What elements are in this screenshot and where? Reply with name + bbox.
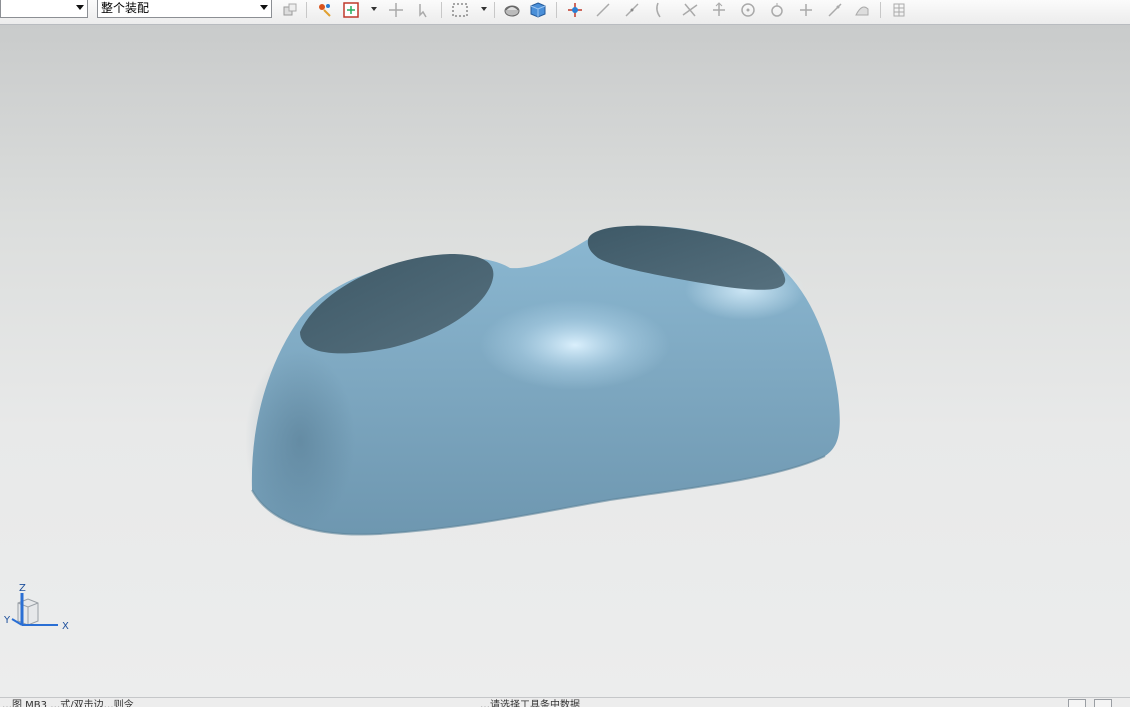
z-axis-label: Z	[19, 583, 26, 594]
toolbar-separator	[880, 2, 881, 18]
selection-scope-value: 整个装配	[101, 1, 150, 15]
move-point-icon[interactable]	[387, 1, 405, 19]
grid-snap-icon[interactable]	[890, 1, 908, 19]
toolbar-separator	[441, 2, 442, 18]
chevron-down-icon	[260, 5, 268, 10]
model-canvas	[245, 225, 840, 536]
y-axis-label: Y	[4, 615, 11, 626]
graphics-window[interactable]: Z Y X	[0, 25, 1130, 697]
cursor-select-icon[interactable]	[415, 1, 433, 19]
model-highlight	[480, 300, 670, 390]
perpendicular-icon[interactable]	[710, 1, 728, 19]
dropdown-arrow-icon[interactable]	[481, 7, 487, 11]
view-triad: Z Y X	[4, 583, 74, 643]
dropdown-arrow-icon[interactable]	[371, 7, 377, 11]
toolbar-separator	[494, 2, 495, 18]
intersection-point-icon[interactable]	[681, 1, 699, 19]
curve-point-icon[interactable]	[652, 1, 670, 19]
chevron-down-icon	[76, 5, 84, 10]
line-end-icon[interactable]	[594, 1, 612, 19]
main-toolbar: 整个装配	[0, 0, 1130, 25]
selection-filter-dropdown[interactable]	[0, 0, 88, 18]
selection-scope-dropdown[interactable]: 整个装配	[97, 0, 272, 18]
point-on-face-icon[interactable]	[853, 1, 871, 19]
snap-grid-icon[interactable]	[566, 1, 584, 19]
existing-point-icon[interactable]	[797, 1, 815, 19]
toolbar-separator	[306, 2, 307, 18]
rectangle-select-icon[interactable]	[451, 1, 469, 19]
solid-cube-icon[interactable]	[529, 1, 547, 19]
snap-point-icon[interactable]	[316, 1, 334, 19]
x-axis-label: X	[62, 621, 69, 632]
assembly-filter-icon[interactable]	[281, 1, 299, 19]
quadrant-point-icon[interactable]	[768, 1, 786, 19]
toolbar-separator	[556, 2, 557, 18]
selection-box-icon[interactable]	[342, 1, 360, 19]
line-mid-icon[interactable]	[623, 1, 641, 19]
point-on-curve-icon[interactable]	[826, 1, 844, 19]
shaded-view-icon[interactable]	[503, 1, 521, 19]
arc-center-icon[interactable]	[739, 1, 757, 19]
